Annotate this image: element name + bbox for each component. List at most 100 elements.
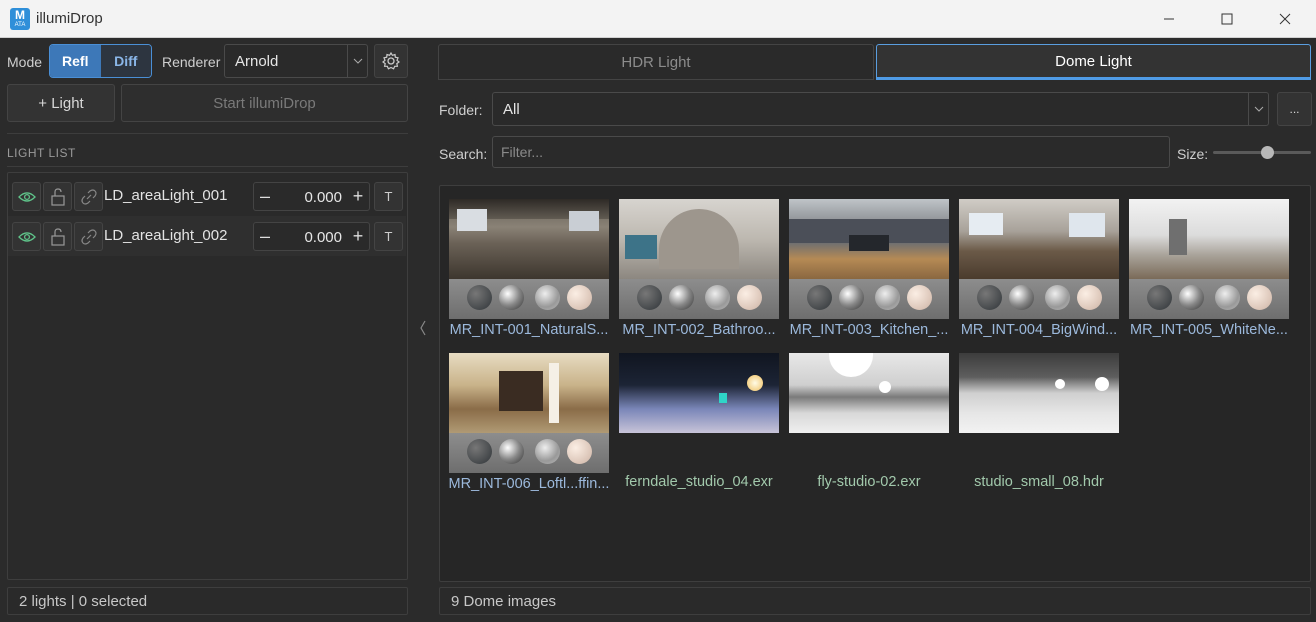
browse-folder-button[interactable]: ... [1277,92,1312,126]
thumbnail-image [449,353,609,433]
visibility-toggle[interactable] [12,182,41,211]
mode-refl-button[interactable]: Refl [50,45,101,77]
thumbnail-caption: MR_INT-004_BigWind... [960,322,1118,338]
thumbnail-image [619,199,779,279]
light-row[interactable]: LD_areaLight_002 – 0.000 + T [8,216,406,256]
chevron-down-icon [347,45,367,77]
divider [7,166,408,167]
search-label: Search: [439,146,488,162]
maximize-button[interactable] [1198,0,1256,38]
splitter[interactable] [414,39,432,622]
folder-label: Folder: [439,102,483,118]
thumbnail-item[interactable]: fly-studio-02.exr [789,353,949,490]
close-icon [1279,13,1291,25]
thumbnail-item[interactable]: MR_INT-004_BigWind... [959,199,1119,338]
decrement-button[interactable]: – [254,183,276,210]
renderer-label: Renderer [162,54,221,70]
visibility-toggle[interactable] [12,222,41,251]
thumbnail-caption: ferndale_studio_04.exr [625,474,773,490]
thumbnail-image [619,353,779,433]
thumbnail-caption: studio_small_08.hdr [974,474,1104,490]
start-illumidrop-button[interactable]: Start illumiDrop [121,84,408,122]
thumbnail-caption: MR_INT-005_WhiteNe... [1130,322,1288,338]
title-bar: M ATA illumiDrop [0,0,1316,38]
minimize-button[interactable] [1140,0,1198,38]
thumbnail-image [959,353,1119,433]
thumbnail-image [789,353,949,433]
unlock-icon [50,187,65,206]
increment-button[interactable]: + [347,183,369,210]
renderer-value: Arnold [235,52,279,70]
chevron-left-icon [420,320,426,336]
tab-hdr-light[interactable]: HDR Light [438,44,874,80]
link-icon [80,188,97,205]
material-preview [789,279,949,319]
add-light-button[interactable]: + Light [7,84,115,122]
decrement-button[interactable]: – [254,223,276,250]
minimize-icon [1164,18,1174,20]
unlock-icon [50,227,65,246]
material-preview [619,279,779,319]
divider [7,133,408,134]
mode-toggle: Refl Diff [49,44,152,78]
thumbnail-image [1129,199,1289,279]
thumbnail-caption: MR_INT-006_Loftl...ffin... [448,476,610,492]
search-input[interactable]: Filter... [492,136,1170,168]
browser-status-bar: 9 Dome images [439,587,1311,615]
size-slider-handle[interactable] [1260,146,1274,159]
close-button[interactable] [1256,0,1314,38]
thumbnail-image [959,199,1119,279]
thumbnail-item[interactable]: studio_small_08.hdr [959,353,1119,490]
intensity-spinbox[interactable]: – 0.000 + [253,182,370,211]
thumbnail-image [449,199,609,279]
link-toggle[interactable] [74,182,103,211]
light-name: LD_areaLight_001 [104,187,228,204]
material-preview [449,433,609,473]
light-row[interactable]: LD_areaLight_001 – 0.000 + T [8,176,406,216]
t-button[interactable]: T [374,182,403,211]
thumbnail-item[interactable]: MR_INT-005_WhiteNe... [1129,199,1289,338]
material-preview [449,279,609,319]
settings-button[interactable] [374,44,408,78]
link-toggle[interactable] [74,222,103,251]
light-list: LD_areaLight_001 – 0.000 + T LD_areaLigh… [7,172,408,580]
tab-dome-light[interactable]: Dome Light [876,44,1311,80]
gear-icon [382,51,400,70]
material-preview [1129,279,1289,319]
thumbnail-caption: MR_INT-002_Bathroo... [622,322,776,338]
thumbnail-image [789,199,949,279]
right-panel: HDR Light Dome Light Folder: All ... Sea… [432,39,1316,622]
folder-select[interactable]: All [492,92,1269,126]
link-icon [80,228,97,245]
thumbnail-caption: MR_INT-003_Kitchen_... [789,322,949,338]
light-name: LD_areaLight_002 [104,227,228,244]
thumbnail-item[interactable]: MR_INT-006_Loftl...ffin... [449,353,609,492]
lock-toggle[interactable] [43,222,72,251]
material-preview [959,279,1119,319]
folder-value: All [503,100,520,118]
mode-label: Mode [7,54,43,70]
intensity-spinbox[interactable]: – 0.000 + [253,222,370,251]
thumbnail-caption: fly-studio-02.exr [817,474,921,490]
chevron-down-icon [1248,93,1268,125]
light-list-header: LIGHT LIST [7,146,76,160]
maximize-icon [1221,13,1233,25]
increment-button[interactable]: + [347,223,369,250]
size-label: Size: [1177,146,1209,162]
thumbnail-item[interactable]: MR_INT-003_Kitchen_... [789,199,949,338]
lock-toggle[interactable] [43,182,72,211]
eye-icon [17,191,36,202]
intensity-value[interactable]: 0.000 [276,189,347,206]
thumbnail-item[interactable]: MR_INT-002_Bathroo... [619,199,779,338]
renderer-select[interactable]: Arnold [224,44,368,78]
light-status-bar: 2 lights | 0 selected [7,587,408,615]
window-title: illumiDrop [36,10,103,27]
thumbnail-item[interactable]: MR_INT-001_NaturalS... [449,199,609,338]
thumbnail-item[interactable]: ferndale_studio_04.exr [619,353,779,490]
thumbnail-caption: MR_INT-001_NaturalS... [449,322,609,338]
intensity-value[interactable]: 0.000 [276,229,347,246]
thumbnail-grid: MR_INT-001_NaturalS... MR_INT-002_Bathro… [439,185,1311,582]
app-icon: M ATA [10,8,30,30]
t-button[interactable]: T [374,222,403,251]
mode-diff-button[interactable]: Diff [100,45,151,77]
